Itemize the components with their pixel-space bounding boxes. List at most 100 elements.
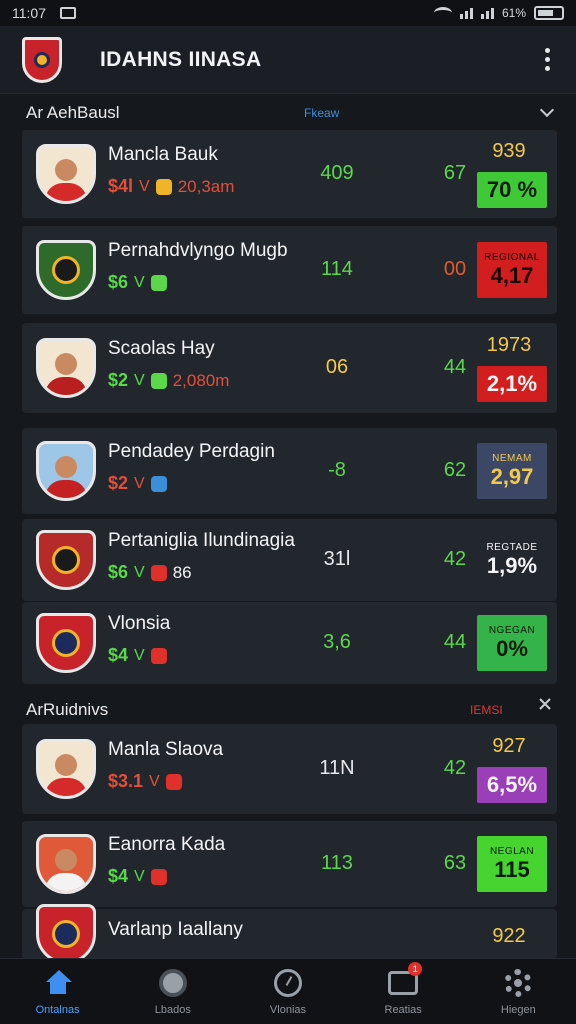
player-price: $4 <box>108 866 129 886</box>
change-pill[interactable]: 70 % <box>477 172 547 208</box>
player-meta: $3.1 V <box>108 771 188 792</box>
player-name: Pertaniglia Ilundinagia <box>108 530 295 551</box>
chevron-down-icon[interactable] <box>539 102 555 118</box>
player-card[interactable]: Manla Slaova $3.1 V 11N 42 927 6,5% <box>22 724 557 814</box>
section-header-1[interactable]: Ar AehBausl Fkeaw <box>0 100 576 126</box>
section-subtitle[interactable]: IEMSI <box>470 703 503 717</box>
change-pill[interactable]: 2,1% <box>477 366 547 402</box>
change-pill[interactable]: NGEGAN 0% <box>477 615 547 671</box>
player-meta: $2 V 2,080m <box>108 370 229 391</box>
player-stat: 06 <box>325 356 349 378</box>
status-icon <box>150 274 167 291</box>
player-rating: 67 <box>443 162 467 184</box>
tab-label: Hiegen <box>500 1003 536 1016</box>
change-pill[interactable]: REGIONAL 4,17 <box>477 242 547 298</box>
pill-label: REGTADE <box>486 541 538 553</box>
player-name: Pernahdvlyngo Mugb <box>108 240 288 261</box>
club-logo-icon[interactable] <box>22 36 62 83</box>
player-card[interactable]: Scaolas Hay $2 V 2,080m 06 44 1973 2,1% <box>22 323 557 413</box>
tab-home[interactable]: Ontalnas <box>8 968 108 1016</box>
change-pill[interactable]: NEMAM 2,97 <box>477 443 547 499</box>
pill-value: 0% <box>496 635 528 661</box>
player-card[interactable]: Mancla Bauk $4l V 20,3am 409 67 939 70 % <box>22 130 557 218</box>
trend-indicator: V <box>149 772 160 790</box>
tab-ball[interactable]: Lbados <box>123 968 223 1016</box>
pill-label: REGIONAL <box>484 251 540 263</box>
status-icon <box>150 564 167 581</box>
tab-label: Vlonias <box>269 1003 306 1016</box>
pill-value: 1,9% <box>486 552 538 578</box>
pill-label: NEGLAN <box>489 845 535 857</box>
trend-indicator: V <box>134 474 145 492</box>
section-title: Ar AehBausl <box>26 103 120 122</box>
status-icon <box>165 773 182 790</box>
player-name: Eanorra Kada <box>108 834 226 855</box>
player-extra: 20,3am <box>177 176 235 196</box>
player-meta: $2 V <box>108 473 173 494</box>
trend-indicator: V <box>134 867 145 885</box>
gear-icon <box>504 968 533 997</box>
app-bar: IDAHNS IINASA <box>0 26 576 94</box>
player-rating: 44 <box>443 631 467 653</box>
battery-icon <box>534 6 564 20</box>
more-options-icon[interactable] <box>541 44 554 75</box>
change-pill[interactable]: 6,5% <box>477 767 547 803</box>
section-header-2[interactable]: ArRuidnivs IEMSI <box>0 697 576 723</box>
signal-icon-2 <box>480 7 494 19</box>
trend-indicator: V <box>134 273 145 291</box>
player-name: Manla Slaova <box>108 739 224 760</box>
score-label: 1973 <box>486 334 532 356</box>
player-name: Vlonsia <box>108 613 171 634</box>
change-pill[interactable]: NEGLAN 115 <box>477 836 547 892</box>
player-rating: 42 <box>443 548 467 570</box>
trend-indicator: V <box>134 371 145 389</box>
player-meta: $6 V <box>108 272 173 293</box>
close-icon[interactable] <box>538 697 552 711</box>
status-bar: 11:07 61% <box>0 0 576 26</box>
player-meta: $6 V 86 <box>108 562 192 583</box>
score-label: 939 <box>492 140 526 162</box>
home-icon <box>45 969 72 994</box>
player-price: $2 <box>108 370 129 390</box>
player-rating: 42 <box>443 757 467 779</box>
tab-label: Ontalnas <box>35 1003 80 1016</box>
gallery-icon <box>60 7 76 19</box>
player-avatar <box>36 441 96 501</box>
section-subtitle[interactable]: Fkeaw <box>304 106 339 120</box>
player-price: $6 <box>108 272 129 292</box>
player-card[interactable]: Pendadey Perdagin $2 V -8 62 NEMAM 2,97 <box>22 428 557 514</box>
tab-gear[interactable]: Hiegen <box>468 968 568 1016</box>
status-time: 11:07 <box>12 5 46 21</box>
player-card[interactable]: Pernahdvlyngo Mugb $6 V 114 00 REGIONAL … <box>22 226 557 314</box>
tab-clock[interactable]: Vlonias <box>238 968 338 1016</box>
club-crest-icon <box>36 904 96 964</box>
tab-stack[interactable]: 1 Reatias <box>353 961 453 1016</box>
signal-icon <box>459 7 473 19</box>
ball-icon <box>158 968 187 997</box>
club-crest-icon <box>36 240 96 300</box>
player-stat: 11N <box>319 757 355 779</box>
player-stat: 114 <box>321 258 353 280</box>
player-card[interactable]: Pertaniglia Ilundinagia $6 V 86 31l 42 R… <box>22 519 557 601</box>
player-rating: 44 <box>443 356 467 378</box>
trend-indicator: V <box>134 563 145 581</box>
tab-label: Reatias <box>384 1003 422 1016</box>
player-stat: 31l <box>323 548 351 570</box>
player-card[interactable]: Varlanp Iaallany 922 <box>22 904 557 964</box>
player-card[interactable]: Eanorra Kada $4 V 113 63 NEGLAN 115 <box>22 821 557 907</box>
player-stat: 409 <box>320 162 354 184</box>
player-name: Scaolas Hay <box>108 338 215 359</box>
player-price: $4 <box>108 645 129 665</box>
player-price: $3.1 <box>108 771 144 791</box>
player-card[interactable]: Vlonsia $4 V 3,6 44 NGEGAN 0% <box>22 602 557 684</box>
player-rating: 63 <box>443 852 467 874</box>
player-price: $6 <box>108 562 129 582</box>
change-pill[interactable]: REGTADE 1,9% <box>477 532 547 588</box>
score-label: 922 <box>492 925 526 947</box>
score-label: 927 <box>492 735 526 757</box>
player-stat: 113 <box>321 852 353 874</box>
status-icon <box>150 372 167 389</box>
club-crest-icon <box>36 530 96 590</box>
club-crest-icon <box>36 613 96 673</box>
player-avatar <box>36 338 96 398</box>
